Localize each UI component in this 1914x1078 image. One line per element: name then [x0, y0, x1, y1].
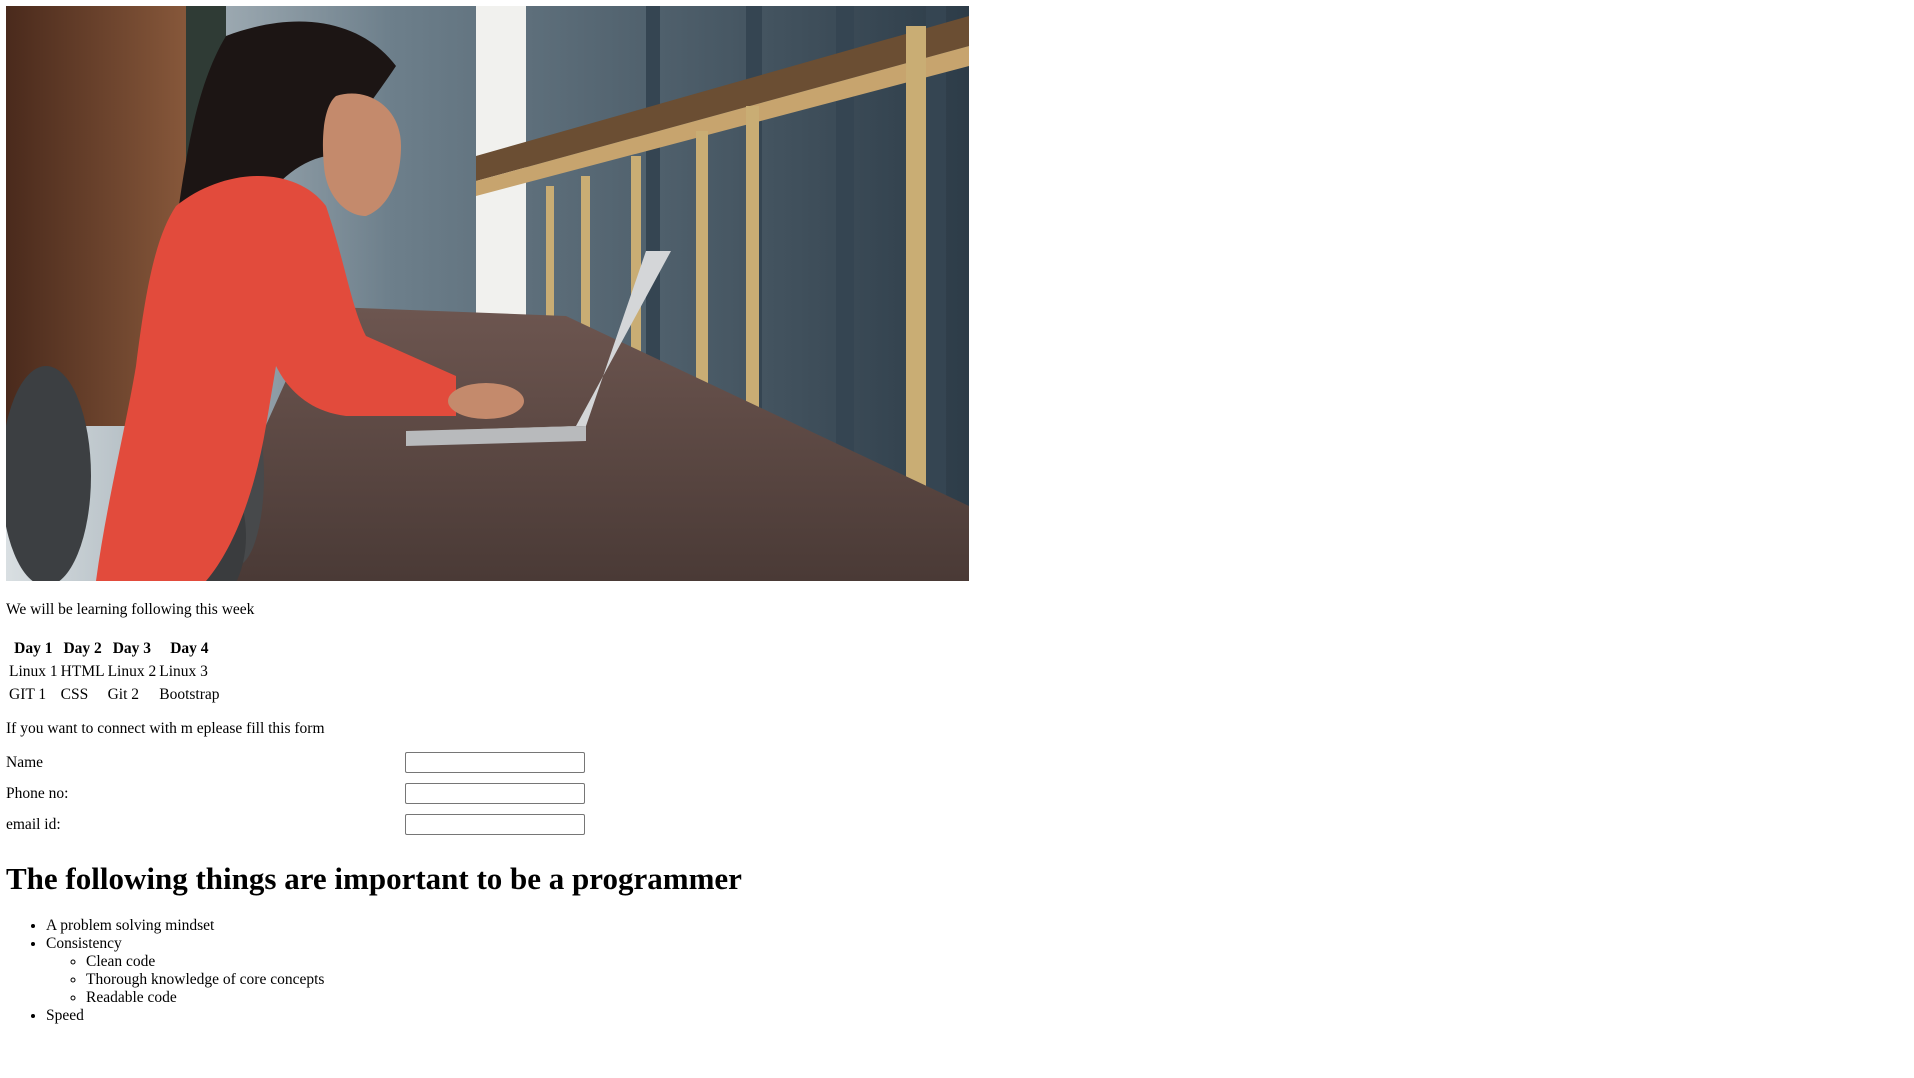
header-day-1: Day 1	[14, 640, 53, 657]
woman-laptop-illustration	[6, 6, 969, 581]
name-row: Name	[6, 752, 606, 776]
connect-text: If you want to connect with m eplease fi…	[6, 720, 325, 737]
table-header-row: Day 1 Day 2 Day 3 Day 4	[9, 639, 220, 659]
table-cell: Git 2	[107, 686, 140, 703]
schedule-table: Day 1 Day 2 Day 3 Day 4 Linux 1 HTML Lin…	[6, 636, 223, 708]
intro-text: We will be learning following this week	[6, 601, 255, 618]
table-row: GIT 1 CSS Git 2 Bootstrap	[9, 685, 220, 705]
sub-list-item: Readable code	[86, 989, 324, 1007]
table-cell: Linux 2	[107, 663, 157, 680]
header-day-2: Day 2	[63, 640, 102, 657]
phone-row: Phone no:	[6, 783, 606, 807]
list-item-label: Consistency	[46, 935, 122, 952]
email-label: email id:	[6, 816, 61, 833]
name-input[interactable]	[405, 752, 585, 773]
phone-input[interactable]	[405, 783, 585, 804]
email-input[interactable]	[405, 814, 585, 835]
phone-label: Phone no:	[6, 785, 69, 802]
sub-list-item: Clean code	[86, 953, 324, 971]
email-row: email id:	[6, 814, 606, 838]
skills-list: A problem solving mindset Consistency Cl…	[6, 917, 324, 1025]
page-heading: The following things are important to be…	[6, 861, 742, 896]
name-label: Name	[6, 754, 44, 771]
table-cell: GIT 1	[9, 686, 47, 703]
list-item: A problem solving mindset	[46, 917, 324, 935]
header-day-3: Day 3	[112, 640, 152, 657]
table-cell: Bootstrap	[159, 686, 220, 703]
table-row: Linux 1 HTML Linux 2 Linux 3	[9, 662, 220, 682]
list-item-consistency: Consistency Clean code Thorough knowledg…	[46, 935, 324, 1007]
table-cell: Linux 3	[159, 663, 208, 680]
header-day-4: Day 4	[170, 640, 209, 657]
table-cell: Linux 1	[9, 663, 58, 680]
table-cell: CSS	[60, 686, 89, 703]
sub-list: Clean code Thorough knowledge of core co…	[46, 953, 324, 1007]
table-cell: HTML	[60, 663, 105, 680]
list-item: Speed	[46, 1007, 324, 1025]
sub-list-item: Thorough knowledge of core concepts	[86, 971, 324, 989]
hero-photo	[6, 6, 969, 581]
